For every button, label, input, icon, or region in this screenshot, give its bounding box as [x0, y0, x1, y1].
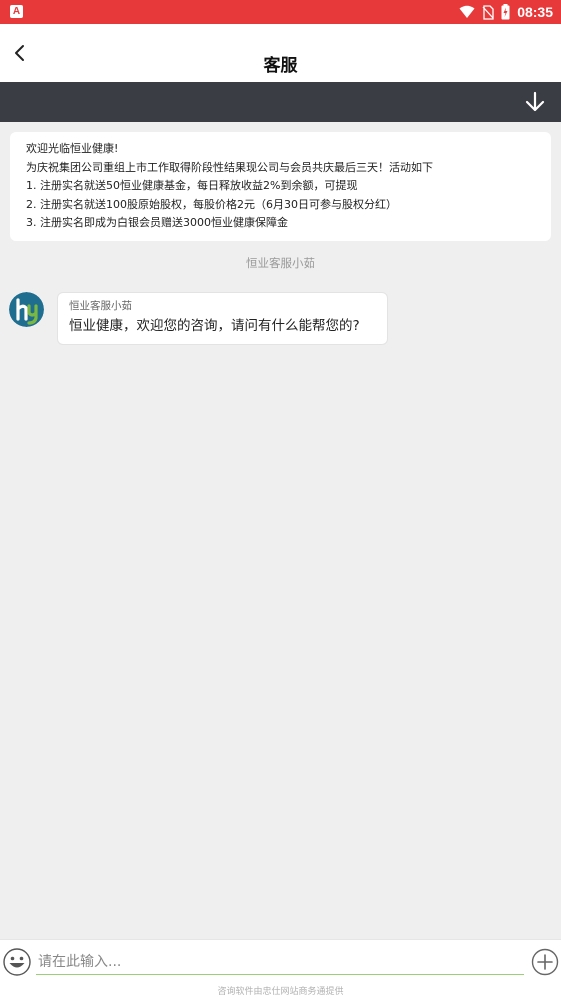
status-icons: 08:35 [459, 0, 553, 24]
notice-line: 3. 注册实名即成为白银会员赠送3000恒业健康保障金 [26, 216, 288, 229]
wifi-icon [459, 5, 475, 18]
plus-icon[interactable] [531, 948, 559, 976]
message-input[interactable] [36, 950, 524, 975]
no-sim-icon [482, 4, 494, 20]
chat-toolbar [0, 82, 561, 122]
notice-line: 为庆祝集团公司重组上市工作取得阶段性结果现公司与会员共庆最后三天！活动如下 [26, 160, 433, 174]
avatar [9, 292, 44, 327]
arrow-down-icon[interactable] [523, 90, 547, 114]
agent-name-label: 恒业客服小茹 [246, 256, 315, 270]
notice-line: 2. 注册实名就送100股原始股权，每股价格2元（6月30日可参与股权分红） [26, 197, 397, 211]
status-bar: A 08:35 [0, 0, 561, 24]
notice-line: 1. 注册实名就送50恒业健康基金，每日释放收益2%到余额，可提现 [26, 179, 358, 192]
message-text: 恒业健康，欢迎您的咨询，请问有什么能帮您的? [69, 318, 360, 334]
powered-by-text: 咨询软件由忠仕网站商务通提供 [217, 987, 344, 997]
input-bar: 咨询软件由忠仕网站商务通提供 [0, 939, 561, 999]
notice-line: 欢迎光临恒业健康! [26, 142, 119, 155]
page-title: 客服 [263, 56, 298, 76]
notice-card: 欢迎光临恒业健康! 为庆祝集团公司重组上市工作取得阶段性结果现公司与会员共庆最后… [10, 132, 551, 241]
hy-logo-icon [9, 292, 44, 327]
emoji-icon[interactable] [3, 948, 31, 976]
chat-message-bubble: 恒业客服小茹 恒业健康，欢迎您的咨询，请问有什么能帮您的? [57, 292, 388, 345]
app-notification-icon: A [10, 5, 23, 18]
title-bar: 客服 [0, 24, 561, 82]
battery-charging-icon [501, 4, 510, 20]
clock: 08:35 [517, 4, 553, 20]
message-sender: 恒业客服小茹 [69, 300, 132, 312]
